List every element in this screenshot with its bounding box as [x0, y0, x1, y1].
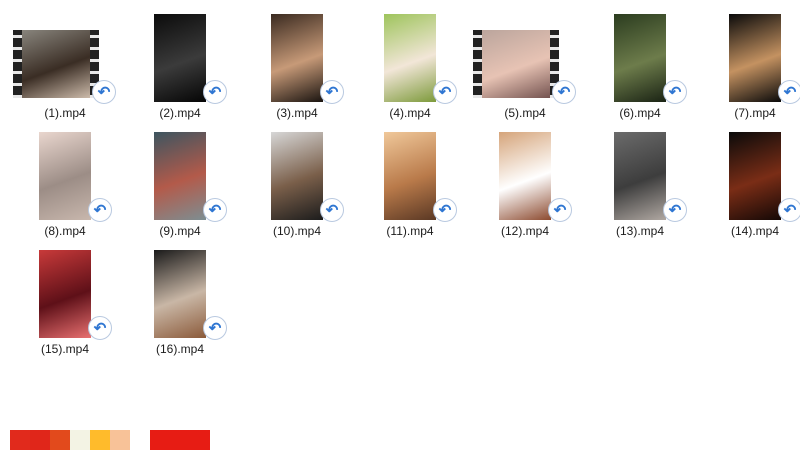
shortcut-arrow-icon: ↶	[663, 198, 687, 222]
file-thumbnail-frame: ↶	[10, 248, 120, 340]
shortcut-arrow-icon: ↶	[778, 80, 800, 104]
video-thumbnail	[384, 14, 436, 102]
shortcut-arrow-icon: ↶	[433, 198, 457, 222]
file-thumbnail-frame: ↶	[10, 130, 120, 222]
file-thumbnail-frame: ↶	[585, 130, 695, 222]
shortcut-arrow-icon: ↶	[663, 80, 687, 104]
file-item[interactable]: ↶ (12).mp4	[470, 130, 580, 244]
shortcut-arrow-icon: ↶	[552, 80, 576, 104]
file-item[interactable]: ↶ (11).mp4	[355, 130, 465, 244]
taskbar-block	[150, 430, 210, 450]
taskbar-strip	[10, 430, 210, 450]
file-name-label: (3).mp4	[276, 106, 318, 120]
file-name-label: (9).mp4	[159, 224, 201, 238]
file-thumbnail-frame: ↶	[10, 12, 120, 104]
file-item[interactable]: ↶ (2).mp4	[125, 12, 235, 126]
taskbar-block	[30, 430, 50, 450]
shortcut-arrow-icon: ↶	[203, 80, 227, 104]
video-thumbnail	[729, 14, 781, 102]
file-name-label: (15).mp4	[40, 342, 90, 356]
file-thumbnail-frame: ↶	[125, 12, 235, 104]
video-thumbnail	[729, 132, 781, 220]
file-thumbnail-frame: ↶	[700, 130, 800, 222]
video-thumbnail	[614, 14, 666, 102]
file-thumbnail-frame: ↶	[470, 12, 580, 104]
file-thumbnail-frame: ↶	[470, 130, 580, 222]
video-thumbnail	[473, 30, 559, 98]
file-thumbnail-frame: ↶	[242, 130, 352, 222]
shortcut-arrow-icon: ↶	[88, 198, 112, 222]
shortcut-arrow-icon: ↶	[92, 80, 116, 104]
file-thumbnail-frame: ↶	[585, 12, 695, 104]
video-thumbnail	[39, 132, 91, 220]
shortcut-arrow-icon: ↶	[778, 198, 800, 222]
video-thumbnail	[614, 132, 666, 220]
file-item[interactable]: ↶ (1).mp4	[10, 12, 120, 126]
file-name-label: (10).mp4	[272, 224, 322, 238]
shortcut-arrow-icon: ↶	[88, 316, 112, 340]
video-thumbnail	[154, 132, 206, 220]
video-thumbnail	[39, 250, 91, 338]
shortcut-arrow-icon: ↶	[433, 80, 457, 104]
file-item[interactable]: ↶ (8).mp4	[10, 130, 120, 244]
file-name-label: (11).mp4	[386, 224, 434, 238]
shortcut-arrow-icon: ↶	[320, 80, 344, 104]
video-thumbnail	[271, 132, 323, 220]
file-item[interactable]: ↶ (7).mp4	[700, 12, 800, 126]
shortcut-arrow-icon: ↶	[548, 198, 572, 222]
file-name-label: (12).mp4	[500, 224, 550, 238]
video-thumbnail	[271, 14, 323, 102]
taskbar-block	[110, 430, 130, 450]
file-name-label: (6).mp4	[619, 106, 661, 120]
file-item[interactable]: ↶ (13).mp4	[585, 130, 695, 244]
file-name-label: (4).mp4	[389, 106, 431, 120]
file-item[interactable]: ↶ (14).mp4	[700, 130, 800, 244]
taskbar-block	[50, 430, 70, 450]
file-thumbnail-frame: ↶	[700, 12, 800, 104]
video-thumbnail	[154, 250, 206, 338]
shortcut-arrow-icon: ↶	[203, 198, 227, 222]
video-thumbnail	[499, 132, 551, 220]
file-thumbnail-frame: ↶	[355, 12, 465, 104]
file-thumbnail-frame: ↶	[355, 130, 465, 222]
file-thumbnail-frame: ↶	[125, 248, 235, 340]
file-item[interactable]: ↶ (4).mp4	[355, 12, 465, 126]
video-thumbnail	[13, 30, 99, 98]
file-name-label: (1).mp4	[44, 106, 86, 120]
file-item[interactable]: ↶ (6).mp4	[585, 12, 695, 126]
shortcut-arrow-icon: ↶	[203, 316, 227, 340]
taskbar-block	[70, 430, 90, 450]
file-item[interactable]: ↶ (9).mp4	[125, 130, 235, 244]
file-thumbnail-frame: ↶	[242, 12, 352, 104]
file-item[interactable]: ↶ (15).mp4	[10, 248, 120, 362]
file-item[interactable]: ↶ (10).mp4	[242, 130, 352, 244]
file-item[interactable]: ↶ (5).mp4	[470, 12, 580, 126]
video-thumbnail	[154, 14, 206, 102]
video-thumbnail	[384, 132, 436, 220]
file-name-label: (8).mp4	[44, 224, 86, 238]
file-item[interactable]: ↶ (16).mp4	[125, 248, 235, 362]
taskbar-block	[130, 430, 150, 450]
file-item[interactable]: ↶ (3).mp4	[242, 12, 352, 126]
shortcut-arrow-icon: ↶	[320, 198, 344, 222]
taskbar-block	[10, 430, 30, 450]
file-name-label: (7).mp4	[734, 106, 776, 120]
file-name-label: (14).mp4	[730, 224, 780, 238]
file-name-label: (2).mp4	[159, 106, 201, 120]
file-name-label: (13).mp4	[615, 224, 665, 238]
taskbar-block	[90, 430, 110, 450]
file-name-label: (16).mp4	[155, 342, 205, 356]
file-thumbnail-frame: ↶	[125, 130, 235, 222]
file-name-label: (5).mp4	[504, 106, 546, 120]
